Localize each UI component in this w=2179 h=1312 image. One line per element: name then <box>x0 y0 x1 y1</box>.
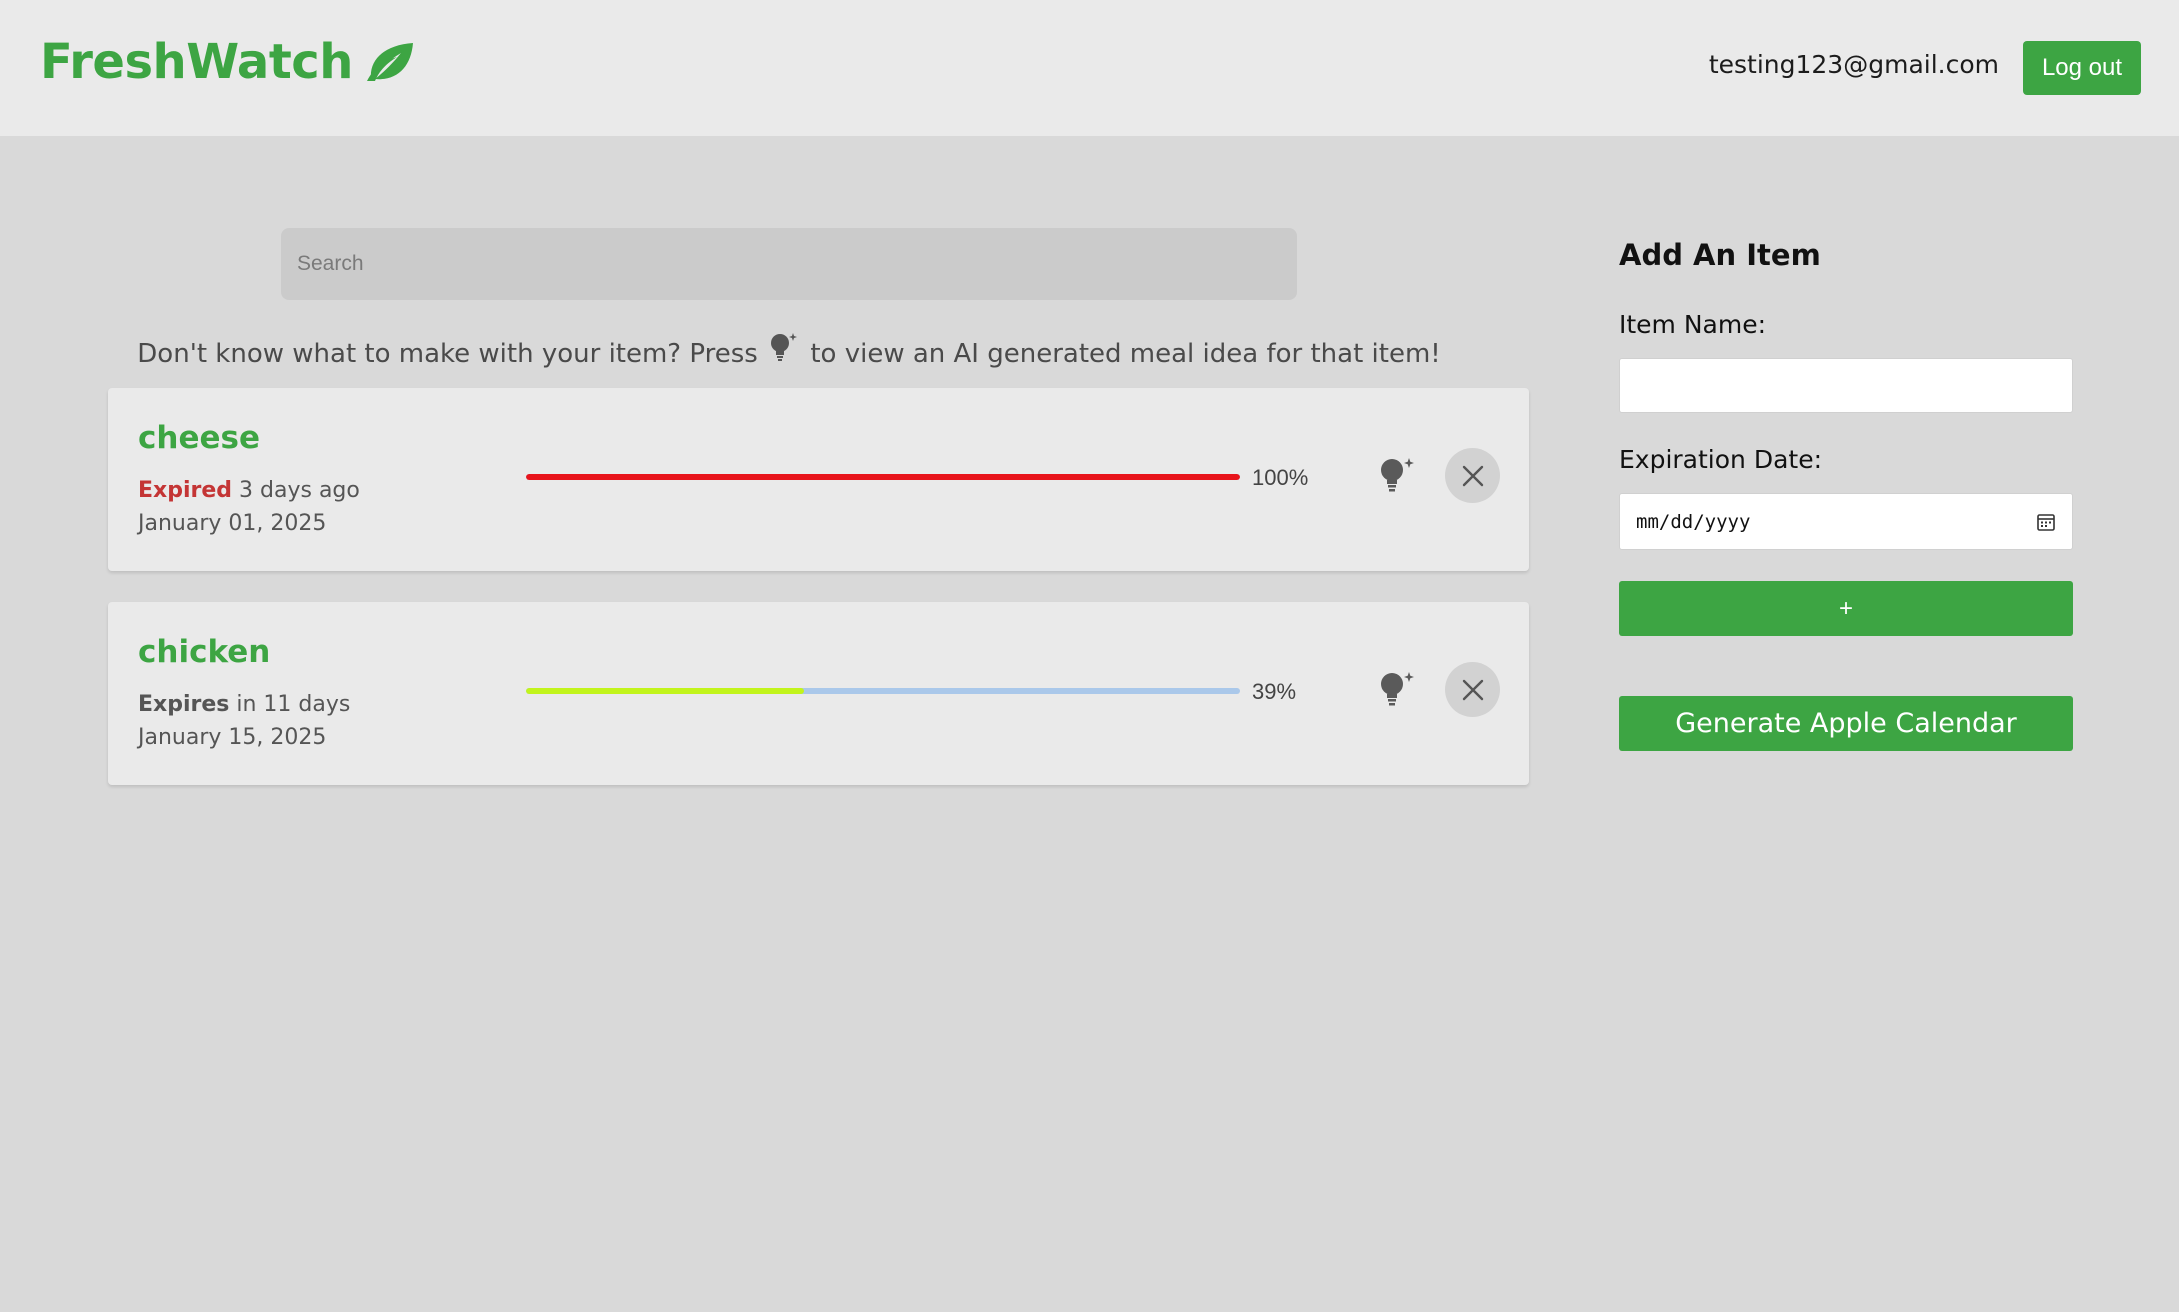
close-icon <box>1462 465 1483 486</box>
add-item-title: Add An Item <box>1619 238 1821 272</box>
status-label: Expires <box>138 692 230 717</box>
item-name: cheese <box>138 420 260 456</box>
item-name-label: Item Name: <box>1619 310 1767 339</box>
logo[interactable]: FreshWatch <box>40 34 415 90</box>
generate-calendar-button[interactable]: Generate Apple Calendar <box>1619 696 2073 751</box>
progress-percent: 100% <box>1252 465 1309 490</box>
logout-button[interactable]: Log out <box>2023 41 2141 95</box>
progress-fill <box>526 474 1240 480</box>
meal-idea-icon[interactable] <box>1378 668 1418 710</box>
status-label: Expired <box>138 478 233 503</box>
food-item-card: chicken Expires in 11 days January 15, 2… <box>108 602 1529 785</box>
item-name-input[interactable] <box>1619 358 2073 413</box>
app-header: FreshWatch testing123@gmail.com Log out <box>0 0 2179 136</box>
date-placeholder: mm/dd/yyyy <box>1636 510 1751 533</box>
logo-text: FreshWatch <box>40 34 353 90</box>
item-status: Expired 3 days ago <box>138 478 360 503</box>
status-detail: 3 days ago <box>239 478 360 503</box>
expiration-date-input[interactable]: mm/dd/yyyy <box>1619 493 2073 550</box>
delete-item-button[interactable] <box>1445 662 1500 717</box>
freshness-progress-bar <box>526 688 1240 694</box>
expiration-date: January 01, 2025 <box>138 511 327 536</box>
status-detail: in 11 days <box>236 692 351 717</box>
lightbulb-sparkle-icon <box>771 333 798 361</box>
food-item-card: cheese Expired 3 days ago January 01, 20… <box>108 388 1529 571</box>
expiration-date: January 15, 2025 <box>138 725 327 750</box>
expiration-date-label: Expiration Date: <box>1619 445 1823 474</box>
add-item-button[interactable]: + <box>1619 581 2073 636</box>
progress-fill <box>526 688 805 694</box>
delete-item-button[interactable] <box>1445 448 1500 503</box>
hint-text-after: to view an AI generated meal idea for th… <box>810 339 1441 369</box>
meal-idea-icon[interactable] <box>1378 454 1418 496</box>
hint-text-before: Don't know what to make with your item? … <box>137 339 758 369</box>
meal-idea-hint: Don't know what to make with your item? … <box>0 330 1578 369</box>
freshness-progress-bar <box>526 474 1240 480</box>
progress-percent: 39% <box>1252 679 1297 704</box>
search-input[interactable] <box>297 252 1281 276</box>
search-bar[interactable] <box>281 228 1297 300</box>
item-status: Expires in 11 days <box>138 692 350 717</box>
user-email: testing123@gmail.com <box>1708 50 1999 79</box>
item-name: chicken <box>138 634 271 670</box>
leaf-icon <box>366 43 413 81</box>
close-icon <box>1462 679 1483 700</box>
calendar-icon[interactable] <box>2036 512 2056 532</box>
